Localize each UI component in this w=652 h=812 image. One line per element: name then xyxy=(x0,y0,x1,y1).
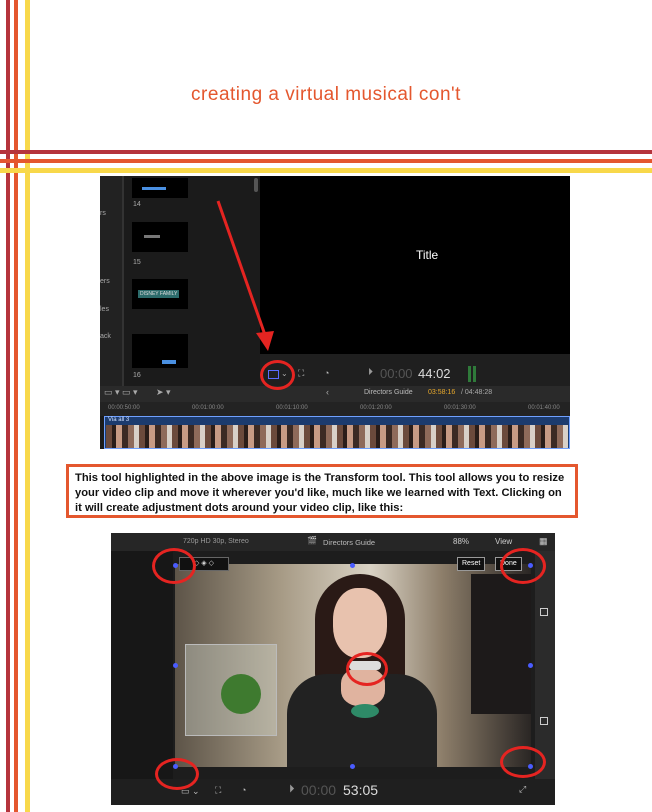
viewer-toolbar xyxy=(260,354,570,386)
page-title: creating a virtual musical con't xyxy=(191,84,461,105)
highlight-ring-center xyxy=(346,652,388,686)
thumbnail-bar xyxy=(142,187,166,190)
inspector-panel xyxy=(535,551,555,781)
header-line-orange xyxy=(0,159,652,163)
back-icon[interactable]: ‹ xyxy=(326,387,329,397)
timecode-dim: 00:00 xyxy=(301,782,337,798)
thumbnail-logo xyxy=(144,235,160,238)
browser-panel xyxy=(111,551,173,781)
arrow-shaft xyxy=(216,200,267,336)
thumbnail-bar xyxy=(162,360,176,364)
border-line-yellow xyxy=(25,0,30,812)
timeline-clip[interactable]: Via all 3 xyxy=(104,416,570,449)
header-line-yellow xyxy=(0,168,652,173)
arrow-annotation xyxy=(216,200,274,351)
timeline-project-name: Directors Guide xyxy=(364,389,413,396)
arrow-head xyxy=(256,331,274,351)
ruler-label: 00:01:40:00 xyxy=(528,405,560,411)
thumb-number: 14 xyxy=(133,201,141,208)
format-label: 720p HD 30p, Stereo xyxy=(183,538,249,545)
clip-label: Via all 3 xyxy=(108,417,130,423)
inspector-checkbox[interactable] xyxy=(540,608,548,616)
audio-meter xyxy=(468,366,471,382)
reset-button[interactable]: Reset xyxy=(457,557,486,571)
callout-box: This tool highlighted in the above image… xyxy=(66,464,578,518)
clothes-rack xyxy=(471,574,531,714)
plant-leaves xyxy=(221,674,261,714)
transform-handle[interactable] xyxy=(528,663,533,668)
film-icon[interactable]: ▦ xyxy=(539,536,548,547)
border-line-red-1 xyxy=(6,0,10,812)
highlight-ring-transform xyxy=(260,360,295,390)
sidebar-fragment: les xyxy=(100,306,109,313)
thumb-number: 16 xyxy=(133,372,141,379)
zoom-level[interactable]: 88% xyxy=(453,537,469,546)
speed-tool-icon[interactable]: ◔ xyxy=(324,368,329,378)
browser-thumbnail[interactable] xyxy=(132,334,188,368)
duration-current: 03:58:16 xyxy=(428,389,456,396)
duration-total: / 04:48:28 xyxy=(461,389,493,396)
transform-handle[interactable] xyxy=(350,563,355,568)
header-line-red xyxy=(0,150,652,154)
highlight-ring-top-right xyxy=(500,548,546,584)
browser-divider xyxy=(122,176,124,386)
ruler-label: 00:01:10:00 xyxy=(276,405,308,411)
timecode-display: 53:05 xyxy=(343,782,379,798)
sidebar-fragment: ack xyxy=(100,333,111,340)
view-menu[interactable]: View xyxy=(495,537,512,546)
highlight-ring-top-left xyxy=(152,548,196,584)
play-icon[interactable]: ⏵ xyxy=(368,367,373,378)
thumb-number: 15 xyxy=(133,259,141,266)
play-icon[interactable]: ⏵ xyxy=(289,783,295,796)
select-tool-icon[interactable]: ➤ ▾ xyxy=(156,387,171,398)
fullscreen-icon[interactable]: ⤢ xyxy=(519,784,526,795)
sidebar-fragment: rs xyxy=(100,210,106,217)
browser-thumbnail[interactable] xyxy=(132,178,188,198)
sidebar-fragment: ers xyxy=(100,278,110,285)
ruler-label: 00:01:30:00 xyxy=(444,405,476,411)
screenshot-final-cut-editor: rs ers les ack 14 15 DISNEY FAMILY 16 Ti… xyxy=(100,176,570,449)
browser-thumbnail[interactable]: DISNEY FAMILY xyxy=(132,279,188,309)
project-name: Directors Guide xyxy=(323,538,376,547)
browser-scrollbar[interactable] xyxy=(254,178,258,192)
audio-meter xyxy=(473,366,476,382)
thumbnail-caption: DISNEY FAMILY xyxy=(138,290,180,298)
timeline-view-icon[interactable]: ▭ ▾ ▭ ▾ xyxy=(104,387,138,398)
inspector-checkbox[interactable] xyxy=(540,717,548,725)
keyframe-add-icon[interactable]: ◈ xyxy=(201,560,206,567)
keyframe-next-icon[interactable]: ◇ xyxy=(209,560,214,567)
ruler-label: 00:01:20:00 xyxy=(360,405,392,411)
clapper-icon: 🎬 xyxy=(307,536,317,545)
ruler-label: 00:00:50:00 xyxy=(108,405,140,411)
viewer-panel xyxy=(260,176,570,354)
speed-tool-icon[interactable]: ◔ xyxy=(241,785,246,795)
border-line-orange xyxy=(14,0,18,812)
scrunchie xyxy=(351,704,379,718)
timecode-dim: 00:00 xyxy=(380,366,413,381)
transform-handle[interactable] xyxy=(173,663,178,668)
highlight-ring-bottom-right xyxy=(500,746,546,778)
ruler-label: 00:01:00:00 xyxy=(192,405,224,411)
crop-tool-icon[interactable]: ⛶ xyxy=(215,785,221,796)
transform-handle[interactable] xyxy=(350,764,355,769)
highlight-ring-bottom-left xyxy=(155,758,199,790)
viewer-title-text: Title xyxy=(416,248,439,262)
timeline-ruler xyxy=(100,402,570,416)
timecode-display: 44:02 xyxy=(418,366,451,381)
browser-thumbnail[interactable] xyxy=(132,222,188,252)
crop-tool-icon[interactable]: ⛶ xyxy=(298,368,304,379)
clip-filmstrip xyxy=(106,425,568,448)
callout-text: This tool highlighted in the above image… xyxy=(75,472,565,514)
person-face xyxy=(333,588,387,658)
